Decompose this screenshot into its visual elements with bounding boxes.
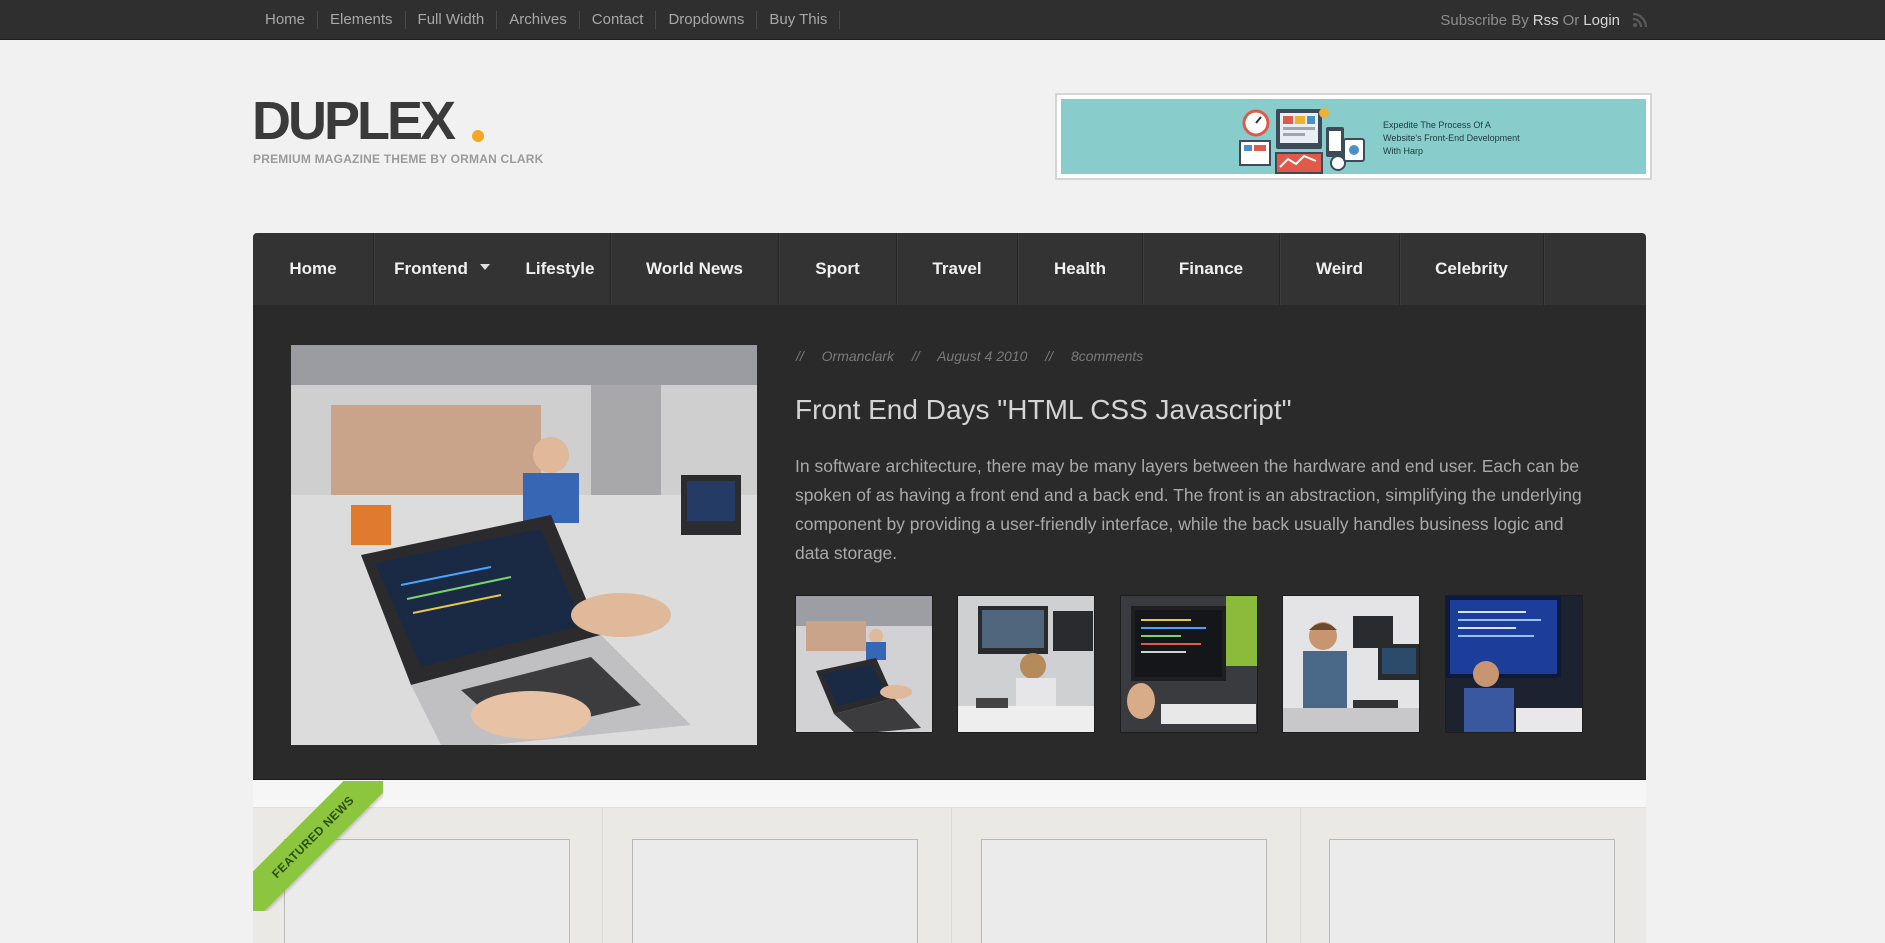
news-card-2[interactable] — [632, 839, 918, 943]
rss-icon[interactable] — [1632, 12, 1648, 28]
site-tagline: PREMIUM MAGAZINE THEME BY ORMAN CLARK — [253, 152, 544, 166]
subscribe-area: Subscribe By Rss Or Login — [1440, 0, 1648, 40]
thumbnail-3[interactable] — [1120, 595, 1258, 733]
thumbnail-5[interactable] — [1445, 595, 1583, 733]
ad-illustration — [1239, 108, 1365, 174]
meta-date: August 4 2010 — [937, 348, 1028, 364]
main-nav-frontend[interactable]: Frontend — [374, 233, 510, 305]
top-nav-archives[interactable]: Archives — [497, 11, 580, 29]
top-nav-full-width[interactable]: Full Width — [406, 11, 498, 29]
ad-banner-inner: Expedite The Process Of A Website's Fron… — [1061, 99, 1646, 174]
site-logo[interactable]: DUPLEX — [252, 94, 456, 148]
feature-panel: // Ormanclark // August 4 2010 // 8comme… — [253, 305, 1646, 780]
main-nav-label: Weird — [1316, 259, 1363, 278]
main-nav-health[interactable]: Health — [1018, 233, 1143, 305]
logo-dot — [472, 130, 484, 142]
news-card-4[interactable] — [1329, 839, 1615, 943]
top-nav-buy-this[interactable]: Buy This — [757, 11, 841, 29]
meta-comments[interactable]: 8comments — [1071, 348, 1143, 364]
main-nav-lifestyle[interactable]: Lifestyle — [510, 233, 611, 305]
top-nav-contact[interactable]: Contact — [580, 11, 657, 29]
news-strip — [253, 780, 1646, 808]
main-nav-weird[interactable]: Weird — [1280, 233, 1400, 305]
main-nav-label: Home — [289, 259, 337, 278]
main-nav-label: Frontend — [394, 259, 468, 278]
main-nav-label: Sport — [815, 259, 860, 278]
thumbnail-4[interactable] — [1282, 595, 1420, 733]
ad-text: Expedite The Process Of A Website's Fron… — [1383, 120, 1520, 156]
thumbnail-image — [1283, 596, 1419, 732]
meta-author[interactable]: Ormanclark — [822, 348, 894, 364]
main-nav-label: Lifestyle — [525, 259, 595, 278]
post-meta: // Ormanclark // August 4 2010 // 8comme… — [796, 348, 1157, 364]
main-nav-travel[interactable]: Travel — [897, 233, 1018, 305]
top-nav-dropdowns[interactable]: Dropdowns — [656, 11, 758, 29]
top-bar: Home Elements Full Width Archives Contac… — [0, 0, 1885, 40]
chevron-down-icon — [479, 264, 490, 270]
ad-banner[interactable]: Expedite The Process Of A Website's Fron… — [1055, 93, 1652, 180]
ribbon-label: FEATURED NEWS — [253, 781, 383, 911]
thumbnail-image — [796, 596, 932, 732]
main-nav-finance[interactable]: Finance — [1143, 233, 1280, 305]
feature-image-illustration — [291, 345, 757, 745]
thumbnail-image — [1121, 596, 1257, 732]
main-nav: Home Frontend Lifestyle World News Sport… — [253, 233, 1646, 305]
main-nav-label: Health — [1054, 259, 1106, 278]
column-divider — [1300, 808, 1301, 943]
post-excerpt: In software architecture, there may be m… — [795, 456, 1582, 563]
column-divider — [951, 808, 952, 943]
thumbnail-1[interactable] — [795, 595, 933, 733]
post-title[interactable]: Front End Days "HTML CSS Javascript" — [795, 394, 1292, 426]
column-divider — [602, 808, 603, 943]
main-nav-celebrity[interactable]: Celebrity — [1400, 233, 1544, 305]
top-nav-elements[interactable]: Elements — [318, 11, 406, 29]
subscribe-prefix: Subscribe By — [1440, 11, 1529, 29]
main-nav-label: Finance — [1178, 259, 1244, 278]
main-nav-sport[interactable]: Sport — [779, 233, 897, 305]
meta-separator: // — [796, 348, 804, 364]
feature-main-image[interactable] — [291, 345, 757, 745]
news-card-3[interactable] — [981, 839, 1267, 943]
meta-separator: // — [1045, 348, 1054, 364]
featured-news-ribbon: FEATURED NEWS — [253, 781, 383, 911]
main-nav-label: Celebrity — [1435, 259, 1508, 278]
thumbnail-image — [958, 596, 1094, 732]
featured-news-area — [253, 808, 1646, 943]
login-link[interactable]: Login — [1583, 12, 1620, 29]
main-nav-label: Travel — [932, 259, 982, 278]
top-nav: Home Elements Full Width Archives Contac… — [253, 0, 841, 40]
meta-separator: // — [911, 348, 920, 364]
main-nav-world-news[interactable]: World News — [611, 233, 779, 305]
thumbnail-2[interactable] — [957, 595, 1095, 733]
rss-link[interactable]: Rss — [1533, 12, 1559, 29]
main-nav-home[interactable]: Home — [253, 233, 374, 305]
main-nav-label: World News — [646, 259, 743, 278]
or-text: Or — [1562, 11, 1580, 29]
top-nav-home[interactable]: Home — [253, 11, 319, 29]
thumbnail-image — [1446, 596, 1582, 732]
